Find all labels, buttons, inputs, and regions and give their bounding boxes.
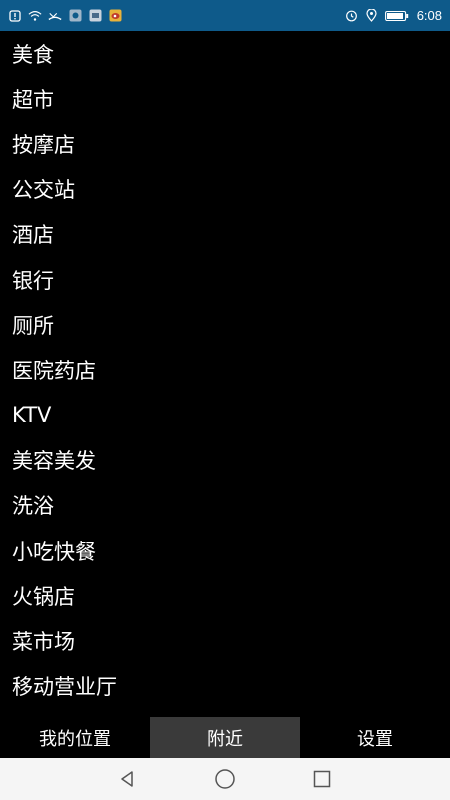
wifi-icon [28, 9, 42, 23]
list-item[interactable]: 美食 [0, 31, 450, 76]
back-icon[interactable] [113, 764, 143, 794]
home-icon[interactable] [210, 764, 240, 794]
missed-call-icon [48, 9, 62, 23]
list-item[interactable]: 公交站 [0, 167, 450, 212]
tab-bar: 我的位置 附近 设置 [0, 717, 450, 758]
alarm-icon [345, 9, 359, 23]
battery-icon [384, 9, 409, 23]
status-right-icons: 6:08 [345, 8, 442, 23]
tab-my-location[interactable]: 我的位置 [0, 717, 150, 758]
list-item[interactable]: 医院药店 [0, 347, 450, 392]
list-item[interactable]: KTV [0, 393, 450, 438]
app-icon-1 [68, 9, 82, 23]
list-item[interactable]: 厕所 [0, 302, 450, 347]
list-item[interactable]: 移动营业厅 [0, 664, 450, 709]
list-item[interactable]: 超市 [0, 76, 450, 121]
list-item[interactable]: 菜市场 [0, 618, 450, 663]
navigation-bar [0, 758, 450, 800]
status-time: 6:08 [416, 8, 442, 23]
list-item[interactable]: 按摩店 [0, 121, 450, 166]
status-bar: 6:08 [0, 0, 450, 31]
list-item[interactable]: 火锅店 [0, 573, 450, 618]
list-item[interactable]: 酒店 [0, 212, 450, 257]
list-item[interactable]: 银行 [0, 257, 450, 302]
list-item[interactable]: 洗浴 [0, 483, 450, 528]
location-icon [365, 9, 379, 23]
status-left-icons [8, 9, 122, 23]
list-item[interactable]: 小吃快餐 [0, 528, 450, 573]
list-item[interactable]: 美容美发 [0, 438, 450, 483]
tab-settings[interactable]: 设置 [300, 717, 450, 758]
tab-nearby[interactable]: 附近 [150, 717, 300, 758]
alert-icon [8, 9, 22, 23]
recents-icon[interactable] [307, 764, 337, 794]
weibo-icon [108, 9, 122, 23]
category-list: 美食 超市 按摩店 公交站 酒店 银行 厕所 医院药店 KTV 美容美发 洗浴 小吃快餐 火锅店 菜市场移… [0, 31, 450, 717]
app-icon-2 [88, 9, 102, 23]
